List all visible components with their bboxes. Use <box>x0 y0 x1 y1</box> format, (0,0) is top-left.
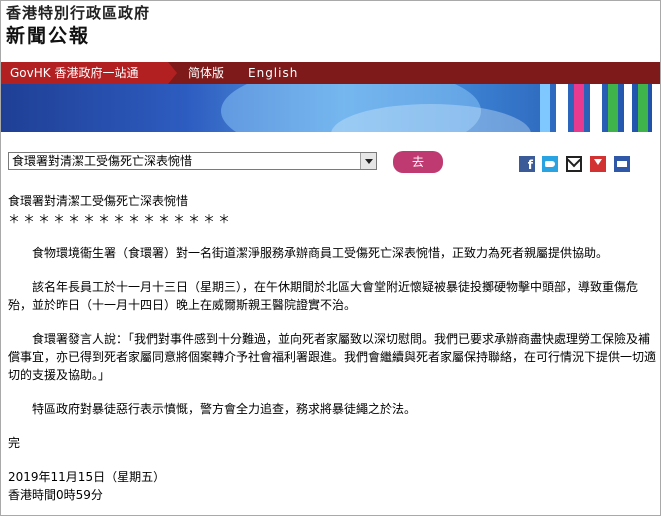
top-navbar: GovHK 香港政府一站通 简体版 English <box>1 62 660 84</box>
article-select[interactable]: 食環署對清潔工受傷死亡深表惋惜 <box>8 152 377 170</box>
title-divider: ＊＊＊＊＊＊＊＊＊＊＊＊＊＊＊ <box>8 212 234 226</box>
gov-name: 香港特別行政區政府 <box>6 4 151 22</box>
release-date: 2019年11月15日（星期五） <box>8 470 166 484</box>
english-link[interactable]: English <box>248 62 298 84</box>
twitter-icon[interactable] <box>542 156 558 172</box>
print-icon[interactable] <box>614 156 630 172</box>
header-banner <box>1 84 660 132</box>
go-button[interactable]: 去 <box>393 151 443 173</box>
chevron-down-icon[interactable] <box>360 153 376 169</box>
save-icon[interactable] <box>590 156 606 172</box>
simplified-chinese-link[interactable]: 简体版 <box>188 62 224 84</box>
facebook-icon[interactable]: f <box>519 156 535 172</box>
paragraph: 該名年長員工於十一月十三日（星期三），在午休期間於北區大會堂附近懷疑被暴徒投擲硬… <box>8 280 639 312</box>
paragraph: 特區政府對暴徒惡行表示憤慨，警方會全力追查，務求將暴徒繩之於法。 <box>32 402 417 416</box>
end-mark: 完 <box>8 436 21 450</box>
release-time: 香港時間0時59分 <box>8 488 103 502</box>
paragraph: 食物環境衞生署（食環署）對一名街道潔淨服務承辦商員工受傷死亡深表惋惜，正致力為死… <box>32 246 609 260</box>
article-title: 食環署對清潔工受傷死亡深表惋惜 <box>8 194 189 208</box>
article-select-value: 食環署對清潔工受傷死亡深表惋惜 <box>12 154 193 168</box>
site-title[interactable]: 新聞公報 <box>6 22 150 50</box>
govhk-link[interactable]: GovHK 香港政府一站通 <box>1 62 168 84</box>
masthead: 香港特別行政區政府 新聞公報 <box>6 4 150 50</box>
press-release-body: 食環署對清潔工受傷死亡深表惋惜 ＊＊＊＊＊＊＊＊＊＊＊＊＊＊＊ 食物環境衞生署（… <box>8 192 656 504</box>
nav-separator <box>168 62 177 84</box>
banner-stripes <box>534 84 660 132</box>
email-icon[interactable] <box>566 156 582 172</box>
paragraph: 食環署發言人說：「我們對事件感到十分難過，並向死者家屬致以深切慰問。我們已要求承… <box>8 332 657 382</box>
